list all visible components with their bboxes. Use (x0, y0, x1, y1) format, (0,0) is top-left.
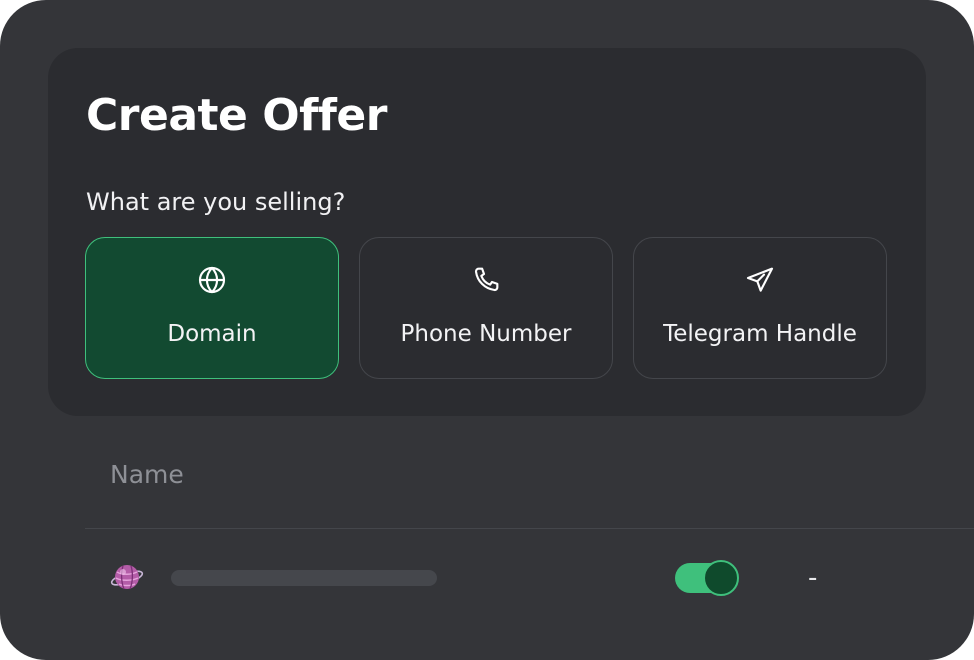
option-label: Telegram Handle (663, 321, 857, 347)
phone-icon (470, 264, 502, 296)
row-value: - (808, 563, 818, 593)
planet-avatar-icon (110, 560, 144, 594)
option-telegram-handle[interactable]: Telegram Handle (633, 237, 887, 379)
selling-question: What are you selling? (86, 188, 346, 216)
column-header-name: Name (110, 460, 184, 489)
table-row[interactable]: - (0, 529, 974, 629)
name-placeholder-skeleton (171, 570, 437, 586)
row-toggle[interactable] (675, 559, 739, 597)
app-window: Create Offer What are you selling? Domai… (0, 0, 974, 660)
toggle-knob (703, 560, 739, 596)
option-domain[interactable]: Domain (85, 237, 339, 379)
create-offer-card: Create Offer What are you selling? Domai… (48, 48, 926, 416)
option-label: Phone Number (400, 321, 572, 347)
page-title: Create Offer (86, 90, 387, 141)
option-phone-number[interactable]: Phone Number (359, 237, 613, 379)
globe-icon (196, 264, 228, 296)
option-label: Domain (167, 321, 257, 347)
send-icon (744, 264, 776, 296)
